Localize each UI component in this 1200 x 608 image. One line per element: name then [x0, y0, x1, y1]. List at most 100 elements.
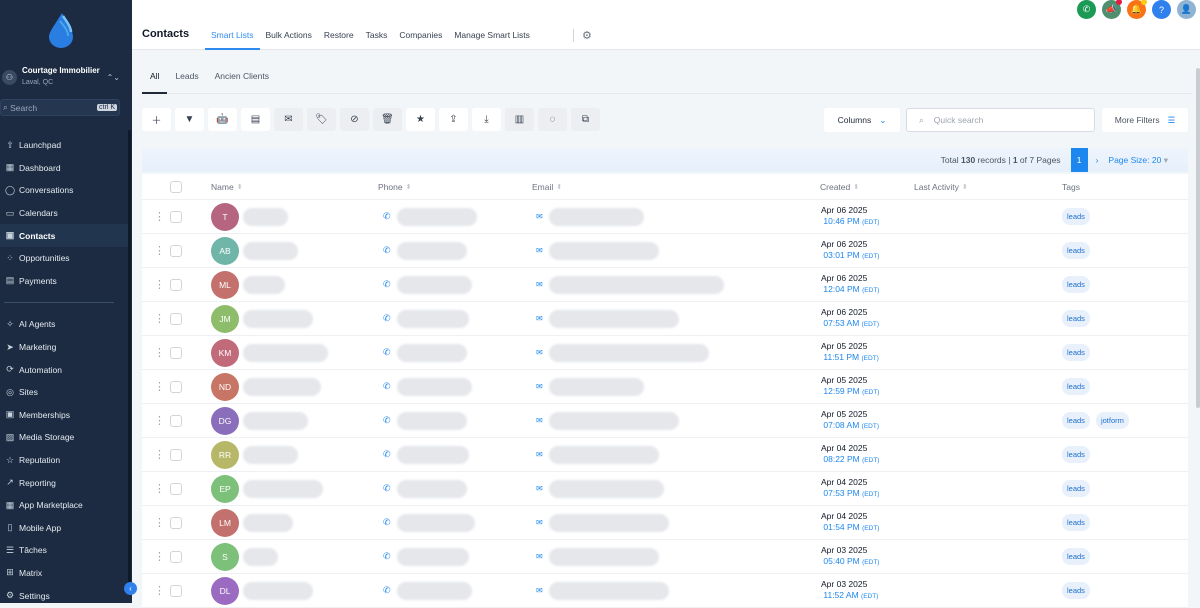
redacted-phone[interactable] — [396, 343, 467, 362]
redacted-email[interactable] — [548, 445, 659, 464]
redacted-name[interactable] — [243, 547, 278, 566]
tag-badge[interactable]: leads — [1062, 310, 1090, 327]
sidebar-item-sites[interactable]: ◎ Sites — [0, 381, 128, 404]
page-1-button[interactable]: 1 — [1070, 148, 1088, 172]
redacted-email[interactable] — [548, 241, 659, 260]
tab-tasks[interactable]: Tasks — [360, 30, 394, 50]
tag-badge[interactable]: leads — [1062, 548, 1090, 565]
subtab-ancien-clients[interactable]: Ancien Clients — [207, 66, 277, 94]
table-row[interactable]: ⋮ LM ✆ ✉ Apr 04 2025 01:54 PM (EDT) lead… — [142, 506, 1188, 540]
select-all-checkbox[interactable] — [170, 180, 182, 193]
tab-restore[interactable]: Restore — [318, 30, 360, 50]
sidebar-item-conversations[interactable]: ◯ Conversations — [0, 179, 128, 202]
sidebar-item-marketing[interactable]: ➤ Marketing — [0, 336, 128, 359]
tag-badge[interactable]: leads — [1062, 344, 1090, 361]
announcement-button[interactable]: 📣 — [1102, 0, 1122, 19]
redacted-email[interactable] — [548, 547, 659, 566]
sidebar-item-contacts[interactable]: ▣ Contacts — [0, 224, 128, 247]
tab-bulk-actions[interactable]: Bulk Actions — [260, 30, 318, 50]
tag-badge[interactable]: leads — [1062, 276, 1090, 293]
tag-badge[interactable]: leads — [1062, 412, 1090, 429]
table-row[interactable]: ⋮ EP ✆ ✉ Apr 04 2025 07:53 PM (EDT) lead… — [142, 472, 1188, 506]
row-menu-icon[interactable]: ⋮ — [154, 404, 165, 437]
row-menu-icon[interactable]: ⋮ — [154, 200, 165, 233]
sidebar-item-automation[interactable]: ⟳ Automation — [0, 358, 128, 381]
row-checkbox[interactable] — [170, 312, 182, 325]
tag-badge[interactable]: leads — [1062, 242, 1090, 259]
row-checkbox[interactable] — [170, 346, 182, 359]
column-header[interactable]: Created ⬍ — [820, 174, 859, 199]
sidebar-search[interactable]: ⌕ Search ctrl K — [0, 99, 120, 116]
row-menu-icon[interactable]: ⋮ — [154, 574, 165, 607]
redacted-email[interactable] — [548, 479, 664, 498]
table-row[interactable]: ⋮ ND ✆ ✉ Apr 05 2025 12:59 PM (EDT) lead… — [142, 370, 1188, 404]
row-menu-icon[interactable]: ⋮ — [154, 370, 165, 403]
tag-badge[interactable]: leads — [1062, 208, 1090, 225]
table-row[interactable]: ⋮ RR ✆ ✉ Apr 04 2025 08:22 PM (EDT) lead… — [142, 438, 1188, 472]
tab-manage-smart-lists[interactable]: Manage Smart Lists — [448, 30, 536, 50]
merge-button[interactable]: ⧉ — [571, 108, 600, 131]
redacted-name[interactable] — [243, 207, 288, 226]
redacted-email[interactable] — [548, 309, 679, 328]
column-header[interactable]: Phone ⬍ — [378, 174, 411, 199]
row-menu-icon[interactable]: ⋮ — [154, 540, 165, 573]
sidebar-item-matrix[interactable]: ⊞ Matrix — [0, 562, 128, 585]
row-checkbox[interactable] — [170, 244, 182, 257]
redacted-phone[interactable] — [396, 377, 472, 396]
sms-button[interactable]: ▤ — [241, 108, 270, 131]
tag-badge[interactable]: leads — [1062, 378, 1090, 395]
subtab-all[interactable]: All — [142, 66, 168, 94]
settings-gear-icon[interactable]: ⚙ — [573, 29, 592, 42]
tab-smart-lists[interactable]: Smart Lists — [205, 30, 260, 50]
sidebar-item-calendars[interactable]: ▭ Calendars — [0, 202, 128, 225]
sidebar-item-ai-agents[interactable]: ✧ AI Agents — [0, 313, 128, 336]
star-button[interactable]: ★ — [406, 108, 435, 131]
subtab-leads[interactable]: Leads — [167, 66, 206, 94]
main-scrollbar[interactable] — [1196, 68, 1200, 408]
table-row[interactable]: ⋮ JM ✆ ✉ Apr 06 2025 07:53 AM (EDT) lead… — [142, 302, 1188, 336]
sidebar-scrollbar[interactable] — [128, 130, 131, 590]
redacted-name[interactable] — [243, 309, 313, 328]
sidebar-item-reporting[interactable]: ↗ Reporting — [0, 471, 128, 494]
redacted-email[interactable] — [548, 207, 644, 226]
redacted-email[interactable] — [548, 343, 709, 362]
filter-button[interactable]: ▼ — [175, 108, 204, 131]
redacted-name[interactable] — [243, 581, 313, 600]
sidebar-item-memberships[interactable]: ▣ Memberships — [0, 404, 128, 427]
row-menu-icon[interactable]: ⋮ — [154, 268, 165, 301]
redacted-name[interactable] — [243, 241, 298, 260]
redacted-email[interactable] — [548, 275, 724, 294]
row-menu-icon[interactable]: ⋮ — [154, 472, 165, 505]
import-button[interactable]: ⤓ — [472, 108, 501, 131]
table-row[interactable]: ⋮ ML ✆ ✉ Apr 06 2025 12:04 PM (EDT) lead… — [142, 268, 1188, 302]
notifications-button[interactable]: 🔔 — [1127, 0, 1147, 19]
sidebar-item-t-ches[interactable]: ☰ Tâches — [0, 539, 128, 562]
workflow-bot-button[interactable]: 🤖 — [208, 108, 237, 131]
help-button[interactable]: ? — [1152, 0, 1171, 19]
redacted-name[interactable] — [243, 411, 308, 430]
redacted-name[interactable] — [243, 479, 323, 498]
quick-search-input[interactable]: ⌕ Quick search — [906, 108, 1095, 132]
redacted-phone[interactable] — [396, 411, 467, 430]
collapse-sidebar-button[interactable]: ‹ — [124, 582, 137, 595]
redacted-phone[interactable] — [396, 309, 469, 328]
redacted-phone[interactable] — [396, 275, 472, 294]
redacted-phone[interactable] — [396, 581, 472, 600]
redacted-email[interactable] — [548, 581, 669, 600]
redacted-email[interactable] — [548, 377, 644, 396]
row-menu-icon[interactable]: ⋮ — [154, 506, 165, 539]
table-row[interactable]: ⋮ T ✆ ✉ Apr 06 2025 10:46 PM (EDT) leads — [142, 200, 1188, 234]
row-menu-icon[interactable]: ⋮ — [154, 438, 165, 471]
tag-badge[interactable]: leads — [1062, 446, 1090, 463]
table-row[interactable]: ⋮ AB ✆ ✉ Apr 06 2025 03:01 PM (EDT) lead… — [142, 234, 1188, 268]
delete-button[interactable]: 🗑 — [373, 108, 402, 131]
more-filters-button[interactable]: More Filters ☰ — [1102, 108, 1188, 132]
account-switcher[interactable]: ⚇ Courtage Immobilier Laval, QC ⌃⌄ — [0, 66, 128, 88]
user-avatar[interactable]: 👤 — [1177, 0, 1196, 19]
sidebar-item-payments[interactable]: ▤ Payments — [0, 270, 128, 293]
row-checkbox[interactable] — [170, 380, 182, 393]
columns-dropdown[interactable]: Columns ⌄ — [824, 108, 900, 132]
redacted-name[interactable] — [243, 445, 298, 464]
redacted-name[interactable] — [243, 343, 328, 362]
column-header[interactable]: Tags — [1062, 174, 1080, 199]
